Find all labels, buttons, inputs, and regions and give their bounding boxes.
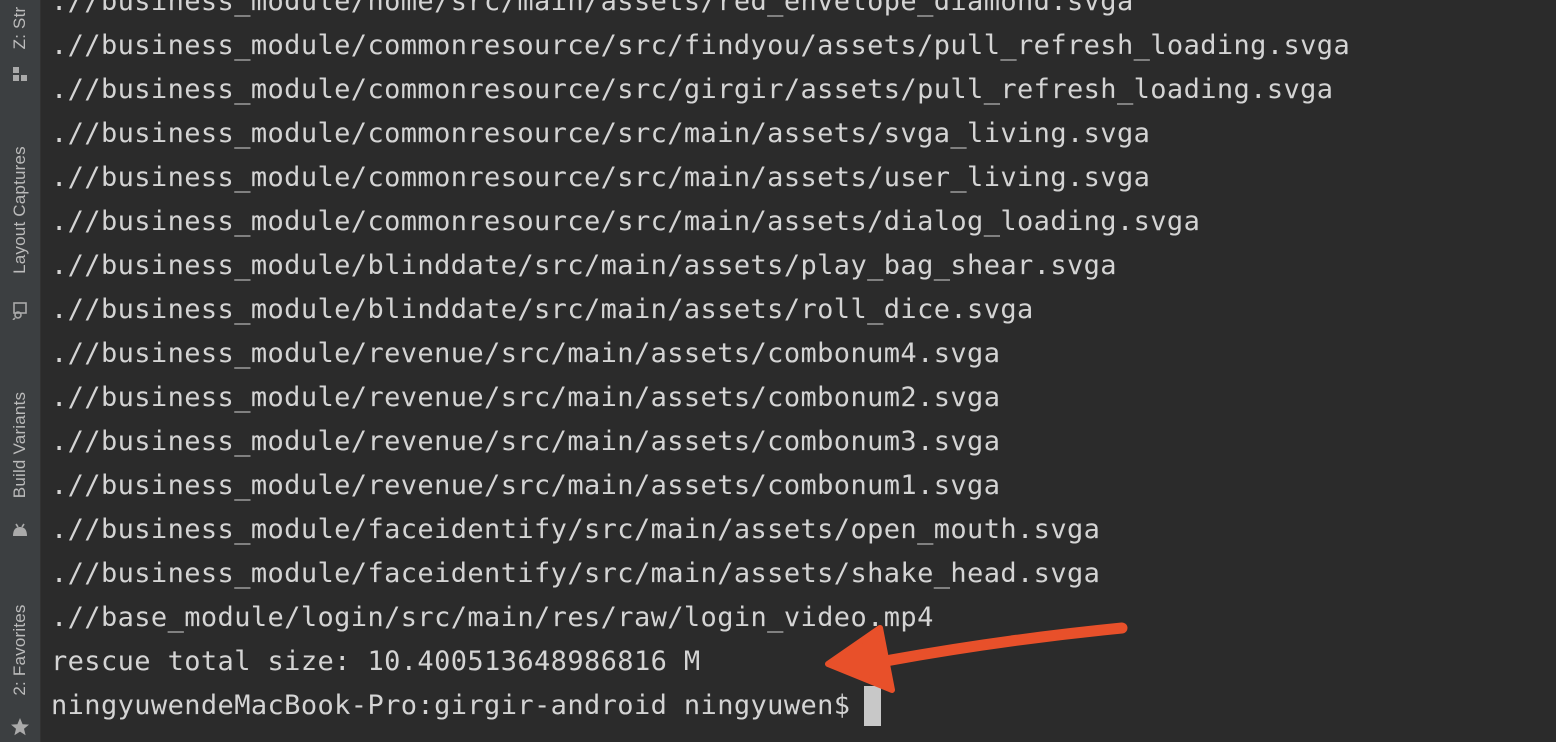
android-icon (13, 523, 27, 536)
tab-structure[interactable]: Z: Str (0, 0, 40, 90)
shell-prompt-line[interactable]: ningyuwendeMacBook-Pro:girgir-android ni… (51, 684, 1350, 728)
structure-icon (13, 67, 27, 81)
output-line: .//business_module/commonresource/src/ma… (51, 162, 1151, 193)
tab-favorites-label: 2: Favorites (10, 604, 29, 696)
output-line: .//business_module/home/src/main/assets/… (51, 0, 1134, 17)
tab-build-variants[interactable]: Build Variants (0, 370, 40, 550)
tab-layout-captures[interactable]: Layout Captures (0, 120, 40, 330)
layout-captures-icon (12, 302, 27, 320)
output-line: .//business_module/commonresource/src/ma… (51, 206, 1201, 237)
tab-structure-label: Z: Str (10, 6, 29, 50)
terminal-panel[interactable]: .//business_module/home/src/main/assets/… (41, 0, 1556, 742)
output-line: .//business_module/revenue/src/main/asse… (51, 426, 1001, 457)
output-line: .//business_module/commonresource/src/fi… (51, 30, 1351, 61)
output-line: .//business_module/revenue/src/main/asse… (51, 338, 1001, 369)
tab-favorites[interactable]: 2: Favorites (0, 585, 40, 742)
tab-build-variants-label: Build Variants (10, 391, 29, 499)
star-icon (11, 718, 29, 736)
shell-prompt: ningyuwendeMacBook-Pro:girgir-android ni… (51, 690, 851, 721)
text-cursor (864, 686, 882, 726)
output-line: .//business_module/commonresource/src/gi… (51, 74, 1334, 105)
ide-window: Z: Str Layout Captures Build Variants 2:… (0, 0, 1556, 742)
tool-window-strip: Z: Str Layout Captures Build Variants 2:… (0, 0, 41, 742)
output-line: .//base_module/login/src/main/res/raw/lo… (51, 602, 934, 633)
terminal-output: .//business_module/home/src/main/assets/… (51, 0, 1350, 728)
tab-layout-captures-label: Layout Captures (10, 146, 29, 274)
output-line: .//business_module/faceidentify/src/main… (51, 514, 1101, 545)
output-line: .//business_module/commonresource/src/ma… (51, 118, 1151, 149)
output-line: .//business_module/faceidentify/src/main… (51, 558, 1101, 589)
output-line: .//business_module/blinddate/src/main/as… (51, 294, 1034, 325)
total-size-line: rescue total size: 10.400513648986816 M (51, 646, 701, 677)
output-line: .//business_module/blinddate/src/main/as… (51, 250, 1117, 281)
output-line: .//business_module/revenue/src/main/asse… (51, 382, 1001, 413)
output-line: .//business_module/revenue/src/main/asse… (51, 470, 1001, 501)
